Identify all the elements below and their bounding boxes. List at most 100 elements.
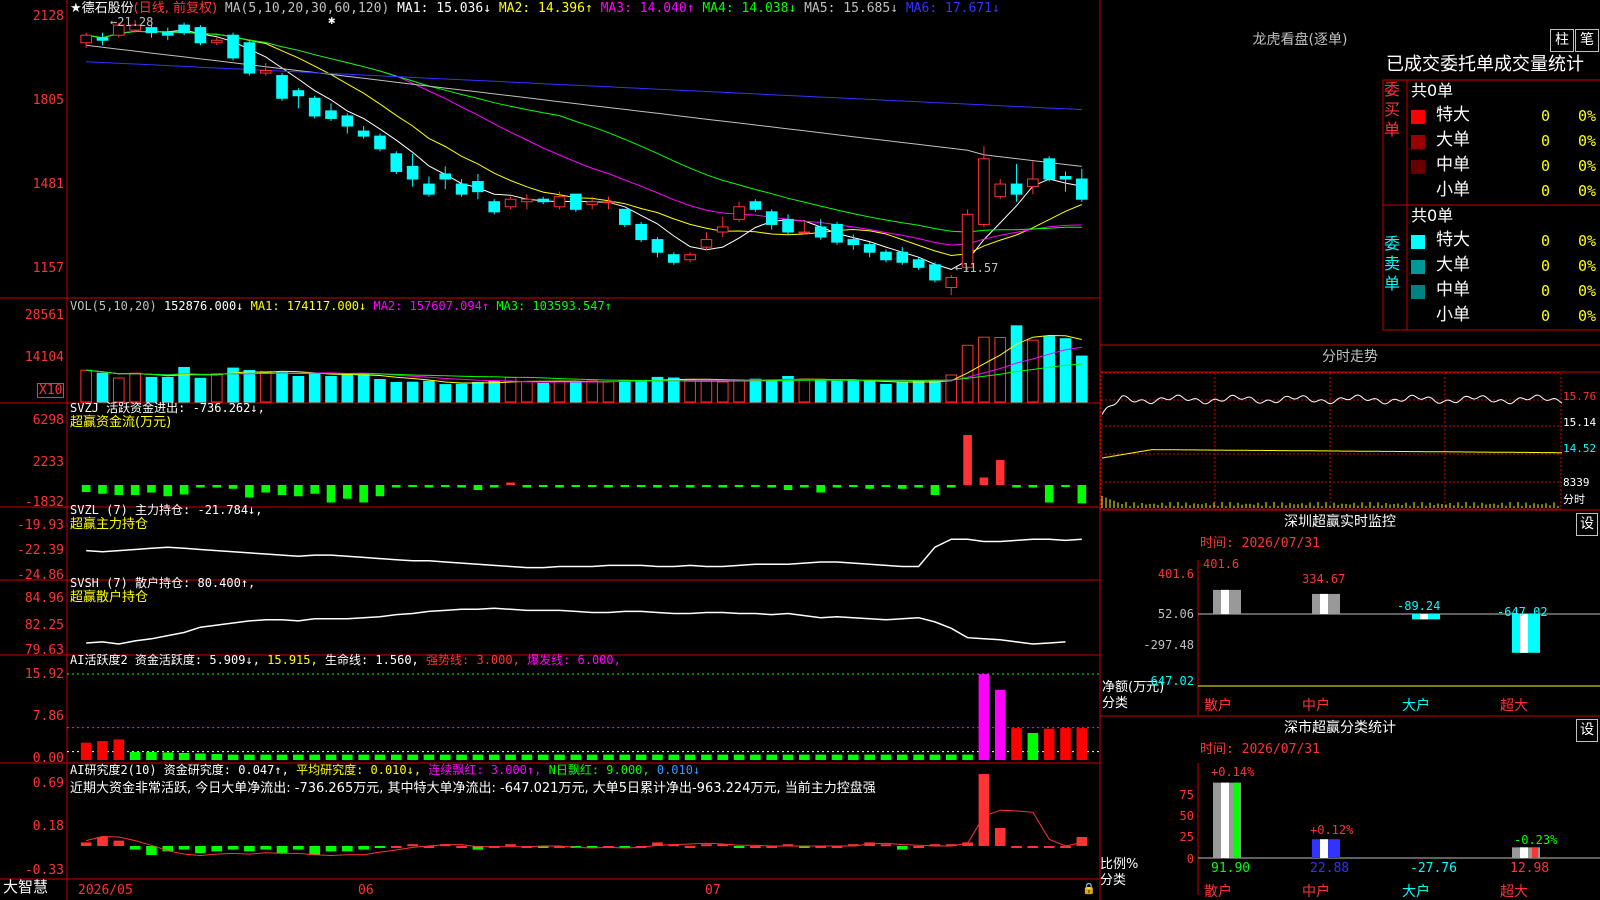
volume-bar xyxy=(341,373,354,403)
ai-active-bar xyxy=(456,754,467,760)
stock-name[interactable]: ★德石股份 xyxy=(70,1,134,16)
svzj-bar xyxy=(783,485,793,490)
class-settings-button[interactable]: 设 xyxy=(1576,719,1598,742)
svzj-bar xyxy=(1044,485,1054,503)
ai-active-bar xyxy=(750,754,761,760)
ai1-header: AI活跃度2 资金活跃度: 5.909↓, 15.915, 生命线: 1.560… xyxy=(70,654,621,666)
ai2-header: AI研究度2(10) 资金研究度: 0.047↑, 平均研究度: 0.010↓,… xyxy=(70,764,700,776)
class-bar-highlight xyxy=(1520,847,1528,858)
volume-bar xyxy=(178,367,190,403)
ai-active-bar xyxy=(652,754,663,760)
axis-label: 6298 xyxy=(32,413,64,428)
volume-bar xyxy=(472,382,484,403)
svzj-bar xyxy=(261,485,271,493)
volume-bar xyxy=(831,380,843,403)
candle-body xyxy=(651,239,664,253)
svzj-bar xyxy=(506,482,515,485)
ai-active-bar xyxy=(325,754,337,760)
candle-body xyxy=(423,183,435,195)
axis-label: 0.69 xyxy=(32,776,64,791)
volume-bar xyxy=(700,379,713,403)
class-category-2: 大户 xyxy=(1402,884,1430,900)
buy-row-name-3: 小单 xyxy=(1436,180,1470,200)
ai-active-bar xyxy=(717,754,729,760)
candle-body xyxy=(341,115,354,127)
candle-body xyxy=(455,183,468,195)
candle-body xyxy=(798,231,811,234)
vol-header: VOL(5,10,20) 152876.000↓ MA1: 174117.000… xyxy=(70,300,612,312)
candle-body xyxy=(863,244,876,253)
svzj-bar xyxy=(604,485,613,488)
candle-body xyxy=(227,34,239,59)
volume-bar xyxy=(243,370,256,403)
candle-body xyxy=(765,211,778,225)
ai-active-bar xyxy=(146,751,157,760)
ai-active-bar xyxy=(586,754,598,760)
brand-label[interactable]: 大智慧 xyxy=(3,880,48,895)
svzj-bar xyxy=(130,485,140,495)
sell-row-count-1: 0 xyxy=(1541,257,1551,275)
svzj-bar xyxy=(946,485,956,488)
ma6-line xyxy=(86,61,1082,111)
ai-research-bar xyxy=(456,846,467,848)
sell-row-count-3: 0 xyxy=(1541,307,1551,325)
volume-bar xyxy=(521,381,533,403)
tick-view-button[interactable]: 笔 xyxy=(1575,29,1599,52)
candle-body xyxy=(749,201,762,210)
sell-row-name-1: 大单 xyxy=(1436,255,1470,275)
candle-body xyxy=(831,223,843,243)
ai1-value: 15.915, xyxy=(267,653,318,667)
axis-label: -0.33 xyxy=(24,863,64,878)
ma-value-3: MA3: 14.040↑ xyxy=(592,1,695,16)
lhb-title: 龙虎看盘(逐单) xyxy=(1252,32,1348,48)
ai-active-bar xyxy=(554,754,565,760)
svzj-bar xyxy=(179,485,189,495)
axis-label: 7.86 xyxy=(32,709,64,724)
ma-value-4: MA4: 14.038↓ xyxy=(694,1,797,16)
candle-body xyxy=(684,254,696,261)
axis-label: 14104 xyxy=(24,350,64,365)
svzj-bar xyxy=(685,485,695,488)
svzj-bar xyxy=(81,485,91,492)
class-value-1: 22.88 xyxy=(1310,861,1350,876)
volume-bar xyxy=(276,372,288,403)
svzj-bar xyxy=(228,485,238,489)
buy-row-count-0: 0 xyxy=(1541,107,1551,125)
lock-icon[interactable]: 🔒 xyxy=(1082,883,1096,894)
svzj-bar xyxy=(620,485,630,487)
svzj-bar xyxy=(702,485,711,487)
class-bar-highlight xyxy=(1221,782,1229,858)
ai-active-bar xyxy=(831,754,843,760)
ai-active-bar xyxy=(178,752,190,760)
ai-research-bar xyxy=(407,844,418,847)
ai2-n-red: N日飘红: 9.000, xyxy=(548,763,650,777)
xaxis-label-2: 07 xyxy=(705,883,721,898)
ma-value-1: MA1: 15.036↓ xyxy=(397,1,492,16)
trade-stats-title: 已成交委托单成交量统计 xyxy=(1386,54,1584,75)
candle-body xyxy=(880,251,892,261)
candle-body xyxy=(945,276,958,289)
candle-body xyxy=(602,201,615,204)
candle-body xyxy=(700,239,713,248)
sell-row-pct-0: 0% xyxy=(1578,232,1597,250)
svzj-bar xyxy=(245,485,254,498)
candle-body xyxy=(978,158,990,225)
ma-value-6: MA6: 17.671↓ xyxy=(898,1,1000,16)
vol-ma3: MA3: 103593.547↑ xyxy=(496,299,612,313)
candle-body xyxy=(374,135,386,150)
svzj-bar xyxy=(98,485,107,494)
class-category-0: 散户 xyxy=(1204,884,1232,900)
ai-active-bar xyxy=(521,754,533,760)
candle-body xyxy=(161,32,174,36)
svzj-bar xyxy=(979,477,989,485)
ai-active-bar xyxy=(1060,728,1071,760)
monitor-settings-button[interactable]: 设 xyxy=(1576,513,1598,536)
candle-body xyxy=(390,153,403,172)
monitor-category-0: 散户 xyxy=(1204,698,1232,714)
bar-view-button[interactable]: 柱 xyxy=(1550,29,1574,52)
buy-row-pct-1: 0% xyxy=(1578,132,1597,150)
volume-bar xyxy=(537,382,549,403)
volume-bar xyxy=(325,376,337,403)
volume-bar xyxy=(455,383,468,403)
ai-active-bar xyxy=(684,754,696,760)
